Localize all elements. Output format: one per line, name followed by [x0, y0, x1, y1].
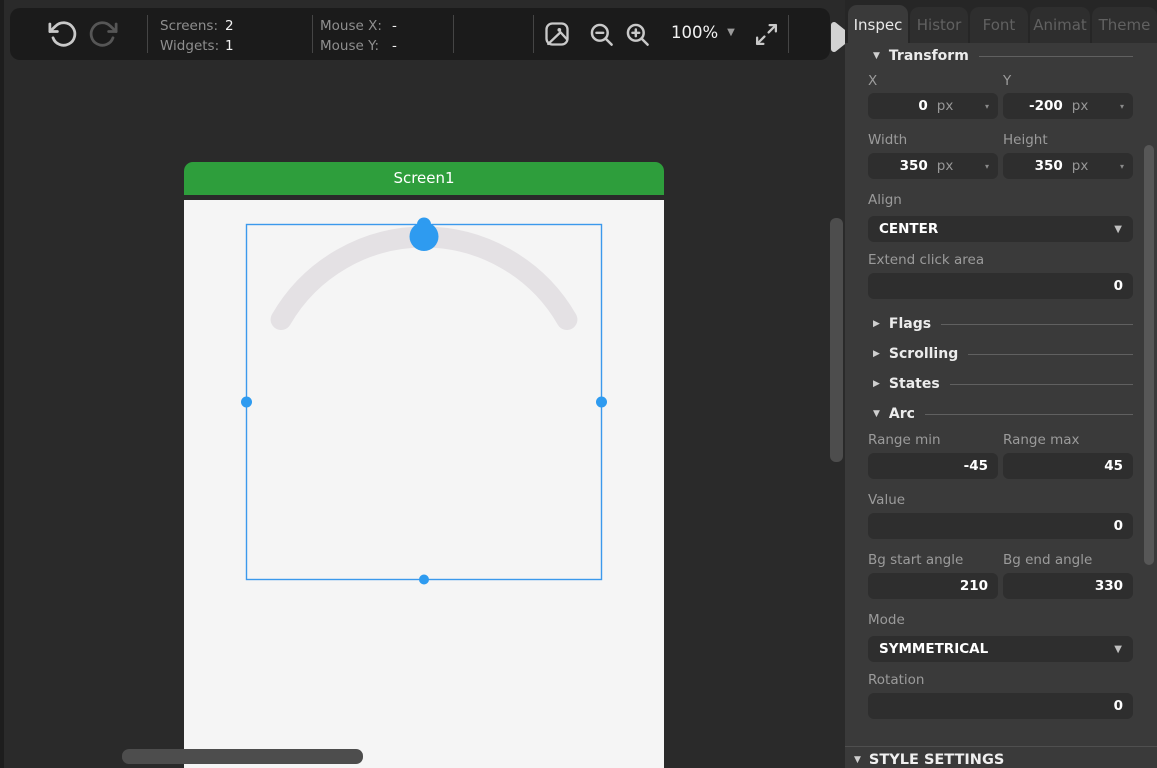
mouse-y-value: -: [392, 38, 397, 54]
section-rule: [979, 56, 1133, 57]
image-icon[interactable]: [543, 20, 571, 48]
section-rule: [925, 414, 1133, 415]
height-label: Height: [1003, 132, 1133, 148]
dropdown-caret-icon: ▼: [1114, 224, 1122, 235]
widgets-count-value: 1: [225, 38, 234, 54]
unit-dropdown-icon[interactable]: ▾: [985, 162, 989, 171]
screens-count-value: 2: [225, 18, 234, 34]
toolbar-separator: [312, 15, 313, 53]
zoom-in-icon[interactable]: [624, 21, 651, 48]
tab-animations[interactable]: Animat: [1030, 7, 1090, 43]
resize-handle-right[interactable]: [596, 397, 607, 408]
project-stats: Screens:2 Widgets:1: [160, 16, 234, 56]
range-max-label: Range max: [1003, 432, 1133, 448]
screens-count-label: Screens:: [160, 16, 225, 36]
zoom-level-value: 100%: [671, 23, 718, 42]
toolbar-separator: [453, 15, 454, 53]
resize-handle-bottom[interactable]: [419, 575, 429, 585]
dropdown-caret-icon: ▼: [1114, 644, 1122, 655]
collapse-icon: ▶: [873, 349, 880, 359]
section-arc[interactable]: ▼ Arc: [873, 406, 1133, 422]
fullscreen-icon[interactable]: [754, 22, 779, 47]
tab-font[interactable]: Font: [970, 7, 1028, 43]
bg-end-angle-label: Bg end angle: [1003, 552, 1133, 568]
canvas-horizontal-scrollbar[interactable]: [122, 749, 363, 764]
mode-label: Mode: [868, 612, 1133, 628]
selection-box: [247, 225, 602, 580]
align-dropdown[interactable]: CENTER ▼: [868, 216, 1133, 242]
collapse-icon: ▶: [873, 379, 880, 389]
inspector-panel: Inspec Histor Font Animat Theme ▼ Transf…: [845, 0, 1157, 768]
mouse-x-value: -: [392, 18, 397, 34]
mouse-position: Mouse X:- Mouse Y:-: [320, 16, 397, 56]
zoom-out-icon[interactable]: [588, 21, 615, 48]
bg-start-angle-input[interactable]: 210: [868, 573, 998, 599]
section-rule: [941, 324, 1133, 325]
section-transform[interactable]: ▼ Transform: [873, 48, 1133, 64]
unit-dropdown-icon[interactable]: ▾: [1120, 102, 1124, 111]
tab-inspector[interactable]: Inspec: [848, 5, 908, 43]
y-input[interactable]: -200 px ▾: [1003, 93, 1133, 119]
mouse-y-label: Mouse Y:: [320, 36, 392, 56]
panel-divider: [845, 746, 1157, 747]
collapse-icon: ▼: [873, 409, 880, 419]
y-label: Y: [1003, 73, 1133, 89]
toolbar-separator: [533, 15, 534, 53]
bg-start-angle-label: Bg start angle: [868, 552, 998, 568]
tab-history[interactable]: Histor: [910, 7, 968, 43]
height-input[interactable]: 350 px ▾: [1003, 153, 1133, 179]
collapse-icon: ▼: [854, 755, 861, 765]
width-label: Width: [868, 132, 998, 148]
zoom-level-dropdown[interactable]: 100% ▼: [671, 23, 735, 42]
toolbar-separator: [147, 15, 148, 53]
section-scrolling[interactable]: ▶ Scrolling: [873, 346, 1133, 362]
range-min-label: Range min: [868, 432, 998, 448]
mouse-x-label: Mouse X:: [320, 16, 392, 36]
value-label: Value: [868, 492, 1133, 508]
arc-knob[interactable]: [410, 222, 439, 251]
extend-click-area-input[interactable]: 0: [868, 273, 1133, 299]
x-label: X: [868, 73, 998, 89]
screen-tab[interactable]: Screen1: [184, 162, 664, 195]
inspector-body: ▼ Transform X Y 0 px ▾ -200 px ▾: [845, 43, 1157, 768]
rotation-label: Rotation: [868, 672, 1133, 688]
section-style-settings[interactable]: ▼ STYLE SETTINGS: [854, 752, 1004, 768]
panel-scrollbar[interactable]: [1144, 145, 1154, 565]
canvas-vertical-scrollbar[interactable]: [830, 218, 843, 462]
unit-dropdown-icon[interactable]: ▾: [985, 102, 989, 111]
app-window: Screens:2 Widgets:1 Mouse X:- Mouse Y:- …: [0, 0, 1157, 768]
resize-handle-left[interactable]: [241, 397, 252, 408]
tab-theme[interactable]: Theme: [1092, 7, 1157, 43]
section-rule: [950, 384, 1133, 385]
top-toolbar: Screens:2 Widgets:1 Mouse X:- Mouse Y:- …: [10, 8, 830, 60]
zoom-caret-icon: ▼: [727, 27, 735, 38]
range-min-input[interactable]: -45: [868, 453, 998, 479]
width-input[interactable]: 350 px ▾: [868, 153, 998, 179]
extend-click-area-label: Extend click area: [868, 252, 1133, 268]
left-panel-edge: [0, 0, 4, 768]
section-flags[interactable]: ▶ Flags: [873, 316, 1133, 332]
panel-tabbar: Inspec Histor Font Animat Theme: [845, 0, 1157, 43]
bg-end-angle-input[interactable]: 330: [1003, 573, 1133, 599]
section-rule: [968, 354, 1133, 355]
value-input[interactable]: 0: [868, 513, 1133, 539]
toolbar-separator: [788, 15, 789, 53]
section-states[interactable]: ▶ States: [873, 376, 1133, 392]
x-input[interactable]: 0 px ▾: [868, 93, 998, 119]
undo-icon[interactable]: [48, 19, 78, 49]
collapse-icon: ▶: [873, 319, 880, 329]
widgets-count-label: Widgets:: [160, 36, 225, 56]
rotation-input[interactable]: 0: [868, 693, 1133, 719]
align-label: Align: [868, 192, 1133, 208]
unit-dropdown-icon[interactable]: ▾: [1120, 162, 1124, 171]
range-max-input[interactable]: 45: [1003, 453, 1133, 479]
mode-dropdown[interactable]: SYMMETRICAL ▼: [868, 636, 1133, 662]
design-canvas[interactable]: [184, 200, 664, 768]
collapse-icon: ▼: [873, 51, 880, 61]
redo-icon[interactable]: [88, 19, 118, 49]
screen-title: Screen1: [393, 169, 454, 187]
